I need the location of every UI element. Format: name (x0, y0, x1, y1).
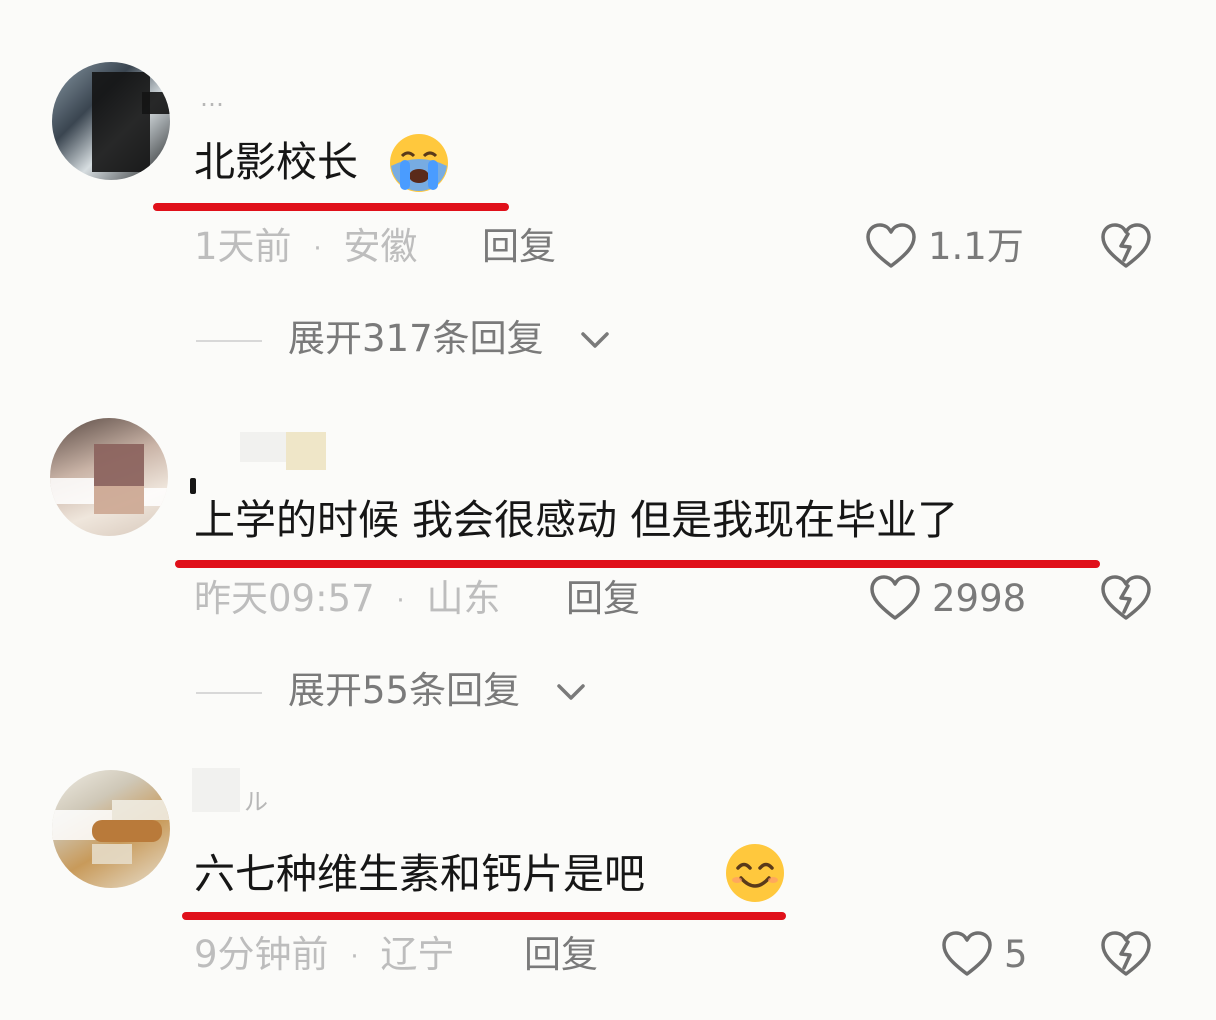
comment-text: 六七种维生素和钙片是吧 (194, 850, 645, 898)
comment-item: ル 六七种维生素和钙片是吧 9分钟前 · 辽宁 回复 5 (0, 0, 1216, 1020)
comment-location: 辽宁 (380, 933, 455, 976)
red-underline (182, 912, 786, 920)
reply-button[interactable]: 回复 (524, 936, 598, 973)
smiling-face-icon (726, 844, 784, 902)
separator-dot: · (350, 941, 359, 972)
nickname[interactable]: ル (244, 790, 268, 814)
avatar[interactable] (52, 770, 170, 888)
nickname-mask (192, 768, 240, 812)
like-count: 5 (1004, 933, 1028, 976)
heart-icon[interactable] (941, 930, 993, 978)
comment-meta: 9分钟前 · 辽宁 (194, 936, 454, 973)
dislike-broken-heart-icon[interactable] (1100, 930, 1152, 978)
comment-time: 9分钟前 (194, 933, 329, 976)
